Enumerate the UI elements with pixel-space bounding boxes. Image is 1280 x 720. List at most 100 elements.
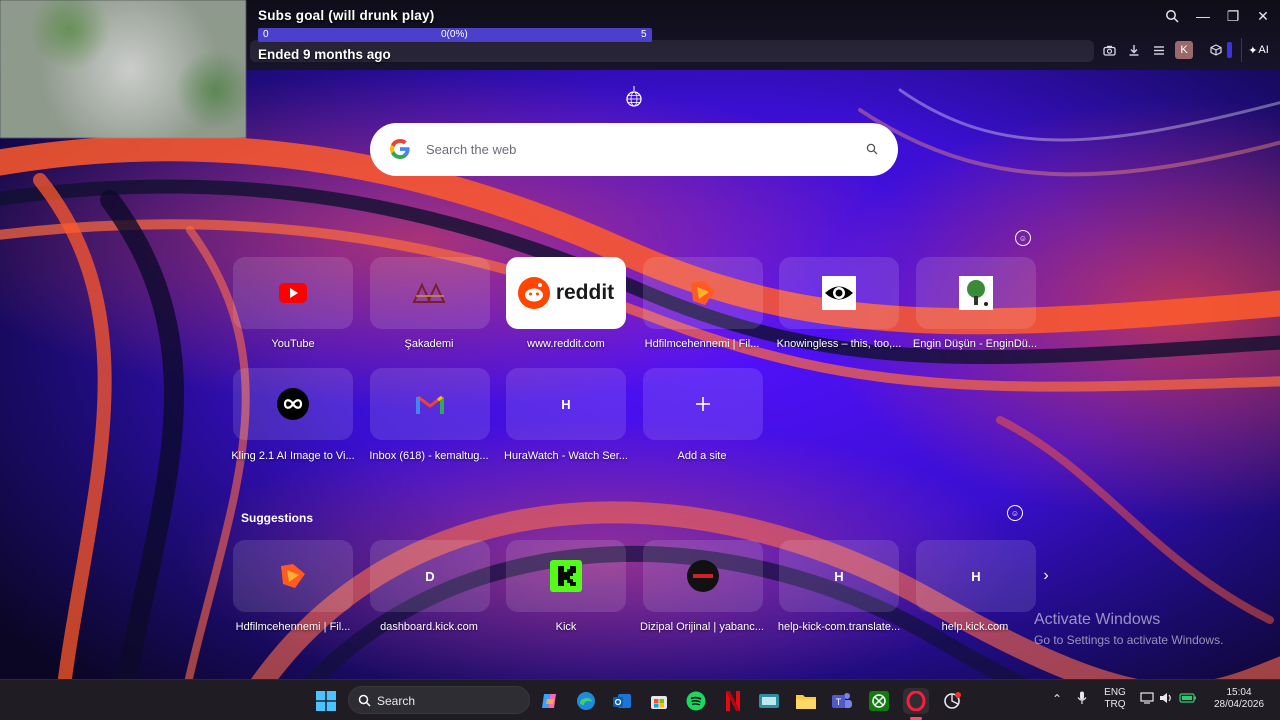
speed-dial-tile-reddit[interactable]: reddit (506, 257, 626, 329)
suggestion-tile-hdfilm[interactable] (233, 540, 353, 612)
suggestion-label: help.kick.com (941, 621, 1009, 633)
search-icon[interactable] (862, 139, 882, 159)
letter-icon: D (425, 568, 435, 584)
goal-start-value: 0 (263, 29, 269, 40)
edge-icon[interactable] (573, 688, 599, 714)
ai-label: AI (1258, 44, 1269, 56)
chevron-up-icon[interactable]: ⌃ (1050, 692, 1064, 706)
speed-dial-smiley-icon[interactable]: ☺ (1015, 230, 1031, 246)
kick-logo-icon (550, 560, 582, 592)
cube-extension-icon[interactable] (1205, 39, 1227, 61)
suggestion-label: Kick (555, 621, 577, 633)
speed-dial-tile-sakademi[interactable] (370, 257, 490, 329)
download-icon[interactable] (1123, 39, 1145, 61)
language-top: ENG (1104, 687, 1126, 698)
close-window-button[interactable]: ✕ (1250, 5, 1276, 27)
gmail-icon (416, 395, 444, 414)
reddit-alien-icon (517, 277, 550, 309)
activate-windows-title: Activate Windows (1034, 611, 1161, 628)
suggestion-tile-dashboard-kick[interactable]: D (370, 540, 490, 612)
disco-ball-icon (622, 86, 646, 110)
suggestion-tile-kick[interactable] (506, 540, 626, 612)
easy-setup-icon[interactable] (1148, 39, 1170, 61)
speed-dial-tile-kling[interactable] (233, 368, 353, 440)
activate-windows-subtitle: Go to Settings to activate Windows. (1034, 633, 1224, 647)
search-tabs-icon[interactable] (1161, 5, 1183, 27)
goal-title: Subs goal (will drunk play) (258, 8, 435, 23)
volume-icon[interactable] (1158, 692, 1174, 707)
letter-icon: H (971, 568, 981, 584)
speed-dial-tile-knowingless[interactable] (779, 257, 899, 329)
search-input[interactable]: Search the web (426, 142, 516, 157)
copilot-icon[interactable] (537, 688, 563, 714)
eye-logo-icon (822, 276, 856, 310)
windows-start-icon[interactable] (313, 688, 339, 714)
speed-dial-label: www.reddit.com (527, 338, 605, 350)
suggestions-heading: Suggestions (241, 511, 314, 525)
battery-icon[interactable] (1179, 692, 1197, 707)
outlook-icon[interactable] (609, 688, 635, 714)
clock[interactable]: 15:04 28/04/2026 (1204, 687, 1274, 711)
webcam-overlay (0, 0, 246, 138)
language-bottom: TRQ (1104, 699, 1126, 710)
suggestion-label: Dizipal Orijinal | yabanc... (640, 621, 764, 633)
clock-date: 28/04/2026 (1213, 699, 1265, 710)
speed-dial-tile-hdfilm[interactable] (643, 257, 763, 329)
opera-gx-icon[interactable] (903, 688, 929, 714)
speed-dial-label: Inbox (618) - kemaltug... (369, 450, 489, 462)
reddit-logo-icon: reddit (517, 277, 615, 309)
speed-dial-tile-hurawatch[interactable]: H (506, 368, 626, 440)
netflix-icon[interactable] (720, 688, 746, 714)
youtube-icon (279, 283, 307, 303)
goal-progress-bar: 0 0(0%) 5 (258, 28, 652, 42)
reddit-wordmark: reddit (555, 281, 615, 304)
suggestions-smiley-icon[interactable]: ☺ (1007, 505, 1023, 521)
hdfilm-logo-icon (691, 281, 715, 305)
sidebar-accent-indicator (1227, 42, 1232, 58)
speed-dial-tile-youtube[interactable] (233, 257, 353, 329)
speed-dial-tile-engindusun[interactable] (916, 257, 1036, 329)
speed-dial-label: Add a site (677, 450, 727, 462)
speed-dial-label: Hdfilmcehennemi | Fil... (644, 338, 760, 350)
dizipal-logo-icon (687, 560, 719, 592)
sakademi-logo-icon (412, 282, 446, 303)
vpn-app-icon[interactable] (756, 688, 782, 714)
minimize-button[interactable]: — (1190, 5, 1216, 27)
microphone-icon[interactable] (1075, 691, 1089, 708)
web-search-box[interactable]: Search the web (370, 123, 898, 176)
goal-progress-label: 0(0%) (441, 29, 468, 40)
tree-logo-icon (959, 276, 993, 310)
microsoft-store-icon[interactable] (646, 688, 672, 714)
chevron-right-icon[interactable]: › (1038, 566, 1054, 586)
suggestion-tile-dizipal[interactable] (643, 540, 763, 612)
spotify-icon[interactable] (683, 688, 709, 714)
suggestion-label: help-kick-com.translate... (777, 621, 901, 633)
speed-dial-label: Engin Düşün - EnginDü... (912, 338, 1038, 350)
restore-button[interactable]: ❐ (1220, 5, 1246, 27)
suggestion-label: Hdfilmcehennemi | Fil... (235, 621, 351, 633)
search-icon (358, 694, 371, 707)
speed-dial-tile-gmail[interactable] (370, 368, 490, 440)
add-site-tile[interactable] (643, 368, 763, 440)
profile-avatar[interactable]: K (1175, 41, 1193, 59)
suggestion-tile-help-kick[interactable]: H (916, 540, 1036, 612)
chatgpt-icon[interactable] (939, 688, 965, 714)
profile-letter: K (1180, 44, 1188, 56)
suggestion-label: dashboard.kick.com (380, 621, 478, 633)
xbox-icon[interactable] (866, 688, 892, 714)
suggestion-tile-help-kick-translate[interactable]: H (779, 540, 899, 612)
network-icon[interactable] (1139, 692, 1155, 707)
hdfilm-logo-icon (281, 564, 305, 588)
svg-text:T: T (836, 697, 842, 707)
teams-icon[interactable]: T (829, 688, 855, 714)
goal-end-value: 5 (641, 29, 647, 40)
taskbar-search-box[interactable]: Search (348, 686, 530, 714)
plus-icon (696, 397, 710, 411)
language-indicator[interactable]: ENG TRQ (1100, 687, 1130, 711)
kling-infinity-icon (277, 388, 309, 420)
file-explorer-icon[interactable] (793, 688, 819, 714)
speed-dial-label: Şakademi (404, 338, 454, 350)
taskbar-search-label: Search (377, 694, 416, 708)
camera-icon[interactable] (1098, 39, 1120, 61)
aria-ai-button[interactable]: ✦ AI (1241, 38, 1275, 62)
